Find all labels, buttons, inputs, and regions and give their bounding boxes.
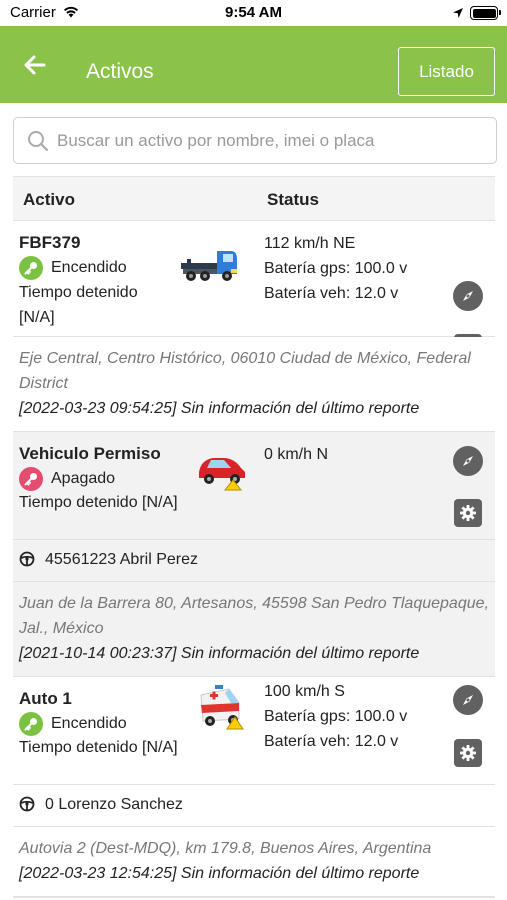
compass-icon [463,695,473,705]
assets-list: Activo Status FBF379 Encendido Tiempo de… [13,176,495,900]
gear-icon [460,745,476,761]
navigate-button[interactable] [453,446,483,476]
asset-status: 112 km/h NE Batería gps: 100.0 v Batería… [264,231,407,306]
tow-truck-icon [179,245,241,290]
stopped-time: Tiempo detenido [N/A] [19,494,178,511]
compass-icon [463,291,473,301]
search-bar [13,117,497,164]
driver-row: 0 Lorenzo Sanchez [13,785,495,827]
asset-address: Eje Central, Centro Histórico, 06010 Ciu… [13,337,495,432]
driver-name: 45561223 Abril Perez [45,551,198,568]
navigate-button[interactable] [453,685,483,715]
app-header: Activos Listado [0,26,507,103]
battery-vehicle: Batería veh: 12.0 v [264,733,399,750]
red-car-icon [195,446,249,497]
stopped-time: Tiempo detenido [N/A] [19,739,178,756]
page-title: Activos [86,60,154,83]
speed-heading: 0 km/h N [264,446,329,463]
location-arrow-icon [452,6,464,24]
asset-row[interactable]: Vehiculo Permiso Apagado Tiempo detenido… [13,432,495,540]
stopped-label: Tiempo detenido [19,284,138,301]
speed-heading: 100 km/h S [264,683,345,700]
asset-name: Vehiculo Permiso [19,444,161,463]
search-input[interactable] [57,120,487,161]
key-icon [19,256,43,280]
last-report: [2022-03-23 12:54:25] Sin información de… [19,865,420,882]
asset-name: FBF379 [19,233,81,252]
stopped-value: [N/A] [19,309,55,326]
address-text: Autovia 2 (Dest-MDQ), km 179.8, Buenos A… [19,840,432,857]
navigate-button[interactable] [453,281,483,311]
asset-row[interactable]: FBF379 Encendido Tiempo detenido [N/A] 1… [13,221,495,362]
column-header-activo: Activo [23,190,75,209]
address-text: Juan de la Barrera 80, Artesanos, 45598 … [19,595,489,637]
asset-status: 0 km/h N [264,442,328,467]
engine-state: Encendido [19,712,127,736]
driver-row: 45561223 Abril Perez [13,540,495,582]
table-header: Activo Status [13,176,495,221]
stopped-time: Tiempo detenido [N/A] [19,280,138,330]
listado-button[interactable]: Listado [398,47,495,96]
driver-name: 0 Lorenzo Sanchez [45,796,183,813]
ambulance-icon [195,681,249,736]
steering-wheel-icon [19,551,35,572]
engine-label: Apagado [51,470,116,487]
key-icon [19,712,43,736]
engine-state: Encendido [19,256,127,280]
settings-button[interactable] [454,739,482,767]
search-icon [27,130,49,157]
compass-icon [463,456,473,466]
last-report: [2021-10-14 00:23:37] Sin información de… [19,645,420,662]
settings-button[interactable] [454,499,482,527]
engine-label: Encendido [51,715,127,732]
battery-gps: Batería gps: 100.0 v [264,260,408,277]
battery-gps: Batería gps: 100.0 v [264,708,408,725]
address-text: Eje Central, Centro Histórico, 06010 Ciu… [19,350,471,392]
engine-state: Apagado [19,467,115,491]
key-icon [19,467,43,491]
back-arrow-icon [24,55,46,75]
battery-vehicle: Batería veh: 12.0 v [264,285,399,302]
asset-row[interactable]: Auto 1 Encendido Tiempo detenido [N/A] 1… [13,677,495,785]
speed-heading: 112 km/h NE [264,235,356,252]
asset-address: Autovia 2 (Dest-MDQ), km 179.8, Buenos A… [13,827,495,897]
clock: 9:54 AM [225,4,282,21]
asset-status: 100 km/h S Batería gps: 100.0 v Batería … [264,679,407,754]
asset-name: Auto 1 [19,689,72,708]
steering-wheel-icon [19,796,35,817]
last-report: [2022-03-23 09:54:25] Sin información de… [19,400,420,417]
gear-icon [460,505,476,521]
back-button[interactable] [18,48,52,82]
status-bar: Carrier 9:54 AM [0,0,507,26]
asset-address: Juan de la Barrera 80, Artesanos, 45598 … [13,582,495,677]
engine-label: Encendido [51,259,127,276]
column-header-status: Status [267,190,319,209]
battery-icon [470,6,501,20]
